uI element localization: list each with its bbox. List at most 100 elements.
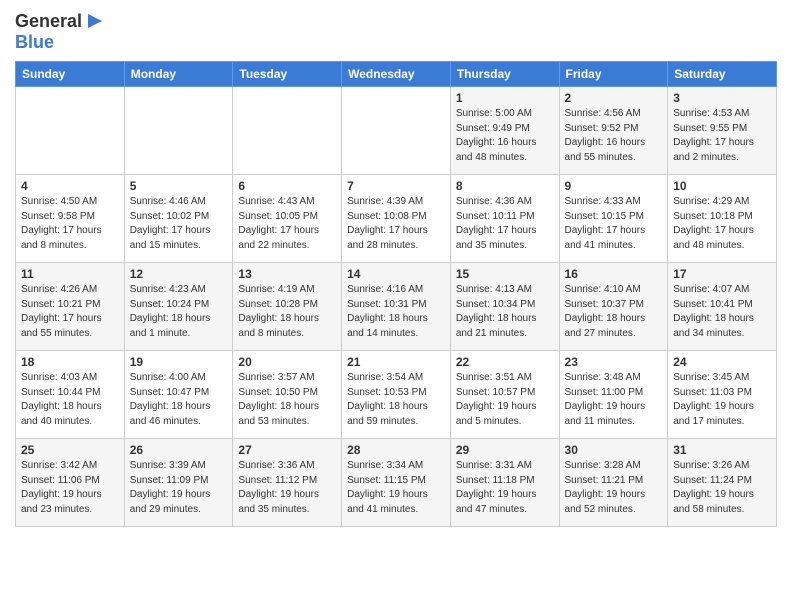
day-info: Sunrise: 4:07 AM Sunset: 10:41 PM Daylig…: [673, 283, 771, 341]
day-info: Sunrise: 4:26 AM Sunset: 10:21 PM Daylig…: [21, 283, 119, 341]
day-number: 11: [21, 267, 119, 281]
calendar-cell: 16Sunrise: 4:10 AM Sunset: 10:37 PM Dayl…: [559, 263, 668, 351]
calendar-cell: 22 Sunrise: 3:51 AM Sunset: 10:57 PM Dayl…: [450, 351, 559, 439]
calendar-cell: 12Sunrise: 4:23 AM Sunset: 10:24 PM Dayl…: [124, 263, 233, 351]
calendar-cell: 10Sunrise: 4:29 AM Sunset: 10:18 PM Dayl…: [668, 175, 777, 263]
day-info: Sunrise: 4:33 AM Sunset: 10:15 PM Daylig…: [565, 195, 663, 253]
day-info: Sunrise: 3:54 AM Sunset: 10:53 PM Daylig…: [347, 371, 445, 429]
calendar-cell: 2Sunrise: 4:56 AM Sunset: 9:52 PM Daylig…: [559, 87, 668, 175]
calendar-cell: 8 Sunrise: 4:36 AM Sunset: 10:11 PM Dayli…: [450, 175, 559, 263]
day-info: Sunrise: 3:42 AM Sunset: 11:06 PM Daylig…: [21, 459, 119, 517]
day-number: 23: [565, 355, 663, 369]
calendar-table: SundayMondayTuesdayWednesdayThursdayFrid…: [15, 61, 777, 527]
calendar-cell: 5Sunrise: 4:46 AM Sunset: 10:02 PM Dayli…: [124, 175, 233, 263]
day-number: 9: [565, 179, 663, 193]
day-number: 22: [456, 355, 554, 369]
day-number: 6: [238, 179, 336, 193]
day-info: Sunrise: 4:39 AM Sunset: 10:08 PM Daylig…: [347, 195, 445, 253]
calendar-cell: 26Sunrise: 3:39 AM Sunset: 11:09 PM Dayl…: [124, 439, 233, 527]
calendar-cell: 19 Sunrise: 4:00 AM Sunset: 10:47 PM Dayl…: [124, 351, 233, 439]
day-info: Sunrise: 3:39 AM Sunset: 11:09 PM Daylig…: [130, 459, 228, 517]
calendar-cell: 17 Sunrise: 4:07 AM Sunset: 10:41 PM Dayl…: [668, 263, 777, 351]
day-number: 3: [673, 91, 771, 105]
day-number: 7: [347, 179, 445, 193]
calendar-cell: 25 Sunrise: 3:42 AM Sunset: 11:06 PM Dayl…: [16, 439, 125, 527]
day-of-week-header: Monday: [124, 62, 233, 87]
day-number: 24: [673, 355, 771, 369]
day-info: Sunrise: 3:26 AM Sunset: 11:24 PM Daylig…: [673, 459, 771, 517]
calendar-cell: 6 Sunrise: 4:43 AM Sunset: 10:05 PM Dayli…: [233, 175, 342, 263]
calendar-cell: 14 Sunrise: 4:16 AM Sunset: 10:31 PM Dayl…: [342, 263, 451, 351]
header: General Blue: [15, 10, 777, 53]
day-info: Sunrise: 4:43 AM Sunset: 10:05 PM Daylig…: [238, 195, 336, 253]
day-number: 12: [130, 267, 228, 281]
day-of-week-header: Tuesday: [233, 62, 342, 87]
calendar-cell: 30 Sunrise: 3:28 AM Sunset: 11:21 PM Dayl…: [559, 439, 668, 527]
day-info: Sunrise: 4:36 AM Sunset: 10:11 PM Daylig…: [456, 195, 554, 253]
day-number: 2: [565, 91, 663, 105]
day-of-week-header: Wednesday: [342, 62, 451, 87]
day-number: 10: [673, 179, 771, 193]
day-info: Sunrise: 4:16 AM Sunset: 10:31 PM Daylig…: [347, 283, 445, 341]
day-of-week-header: Saturday: [668, 62, 777, 87]
calendar-week-row: 25 Sunrise: 3:42 AM Sunset: 11:06 PM Dayl…: [16, 439, 777, 527]
calendar-week-row: 1 Sunrise: 5:00 AM Sunset: 9:49 PM Daylig…: [16, 87, 777, 175]
day-number: 20: [238, 355, 336, 369]
day-number: 19: [130, 355, 228, 369]
day-info: Sunrise: 3:31 AM Sunset: 11:18 PM Daylig…: [456, 459, 554, 517]
calendar-cell: [16, 87, 125, 175]
day-info: Sunrise: 3:57 AM Sunset: 10:50 PM Daylig…: [238, 371, 336, 429]
calendar-cell: 1 Sunrise: 5:00 AM Sunset: 9:49 PM Daylig…: [450, 87, 559, 175]
logo: General Blue: [15, 10, 106, 53]
calendar-cell: 3Sunrise: 4:53 AM Sunset: 9:55 PM Daylig…: [668, 87, 777, 175]
calendar-cell: 9 Sunrise: 4:33 AM Sunset: 10:15 PM Dayli…: [559, 175, 668, 263]
calendar-cell: 13Sunrise: 4:19 AM Sunset: 10:28 PM Dayl…: [233, 263, 342, 351]
day-info: Sunrise: 3:51 AM Sunset: 10:57 PM Daylig…: [456, 371, 554, 429]
day-number: 21: [347, 355, 445, 369]
calendar-week-row: 4 Sunrise: 4:50 AM Sunset: 9:58 PM Daylig…: [16, 175, 777, 263]
day-of-week-header: Thursday: [450, 62, 559, 87]
day-number: 28: [347, 443, 445, 457]
day-of-week-header: Friday: [559, 62, 668, 87]
day-number: 25: [21, 443, 119, 457]
calendar-cell: [342, 87, 451, 175]
calendar-week-row: 18 Sunrise: 4:03 AM Sunset: 10:44 PM Dayl…: [16, 351, 777, 439]
day-info: Sunrise: 3:34 AM Sunset: 11:15 PM Daylig…: [347, 459, 445, 517]
calendar-cell: 18 Sunrise: 4:03 AM Sunset: 10:44 PM Dayl…: [16, 351, 125, 439]
logo-arrow-icon: [84, 10, 106, 32]
calendar-cell: 15 Sunrise: 4:13 AM Sunset: 10:34 PM Dayl…: [450, 263, 559, 351]
calendar-cell: 29 Sunrise: 3:31 AM Sunset: 11:18 PM Dayl…: [450, 439, 559, 527]
calendar-week-row: 11 Sunrise: 4:26 AM Sunset: 10:21 PM Dayl…: [16, 263, 777, 351]
day-info: Sunrise: 4:19 AM Sunset: 10:28 PM Daylig…: [238, 283, 336, 341]
day-info: Sunrise: 4:13 AM Sunset: 10:34 PM Daylig…: [456, 283, 554, 341]
day-number: 14: [347, 267, 445, 281]
day-info: Sunrise: 3:28 AM Sunset: 11:21 PM Daylig…: [565, 459, 663, 517]
day-number: 15: [456, 267, 554, 281]
day-number: 30: [565, 443, 663, 457]
calendar-cell: 23Sunrise: 3:48 AM Sunset: 11:00 PM Dayl…: [559, 351, 668, 439]
day-info: Sunrise: 4:03 AM Sunset: 10:44 PM Daylig…: [21, 371, 119, 429]
day-number: 27: [238, 443, 336, 457]
calendar-cell: 11 Sunrise: 4:26 AM Sunset: 10:21 PM Dayl…: [16, 263, 125, 351]
calendar-cell: 21 Sunrise: 3:54 AM Sunset: 10:53 PM Dayl…: [342, 351, 451, 439]
day-number: 31: [673, 443, 771, 457]
day-number: 18: [21, 355, 119, 369]
day-number: 29: [456, 443, 554, 457]
calendar-cell: 27Sunrise: 3:36 AM Sunset: 11:12 PM Dayl…: [233, 439, 342, 527]
page-container: General Blue SundayMondayTuesdayWednesda…: [0, 0, 792, 537]
day-number: 17: [673, 267, 771, 281]
day-info: Sunrise: 5:00 AM Sunset: 9:49 PM Dayligh…: [456, 107, 554, 165]
logo-blue-text: Blue: [15, 32, 54, 53]
day-info: Sunrise: 4:46 AM Sunset: 10:02 PM Daylig…: [130, 195, 228, 253]
day-info: Sunrise: 4:50 AM Sunset: 9:58 PM Dayligh…: [21, 195, 119, 253]
logo-general-text: General: [15, 11, 82, 32]
calendar-cell: [233, 87, 342, 175]
day-number: 8: [456, 179, 554, 193]
day-number: 4: [21, 179, 119, 193]
calendar-cell: 24 Sunrise: 3:45 AM Sunset: 11:03 PM Dayl…: [668, 351, 777, 439]
day-info: Sunrise: 4:00 AM Sunset: 10:47 PM Daylig…: [130, 371, 228, 429]
calendar-header-row: SundayMondayTuesdayWednesdayThursdayFrid…: [16, 62, 777, 87]
day-info: Sunrise: 4:10 AM Sunset: 10:37 PM Daylig…: [565, 283, 663, 341]
day-info: Sunrise: 3:45 AM Sunset: 11:03 PM Daylig…: [673, 371, 771, 429]
day-number: 1: [456, 91, 554, 105]
